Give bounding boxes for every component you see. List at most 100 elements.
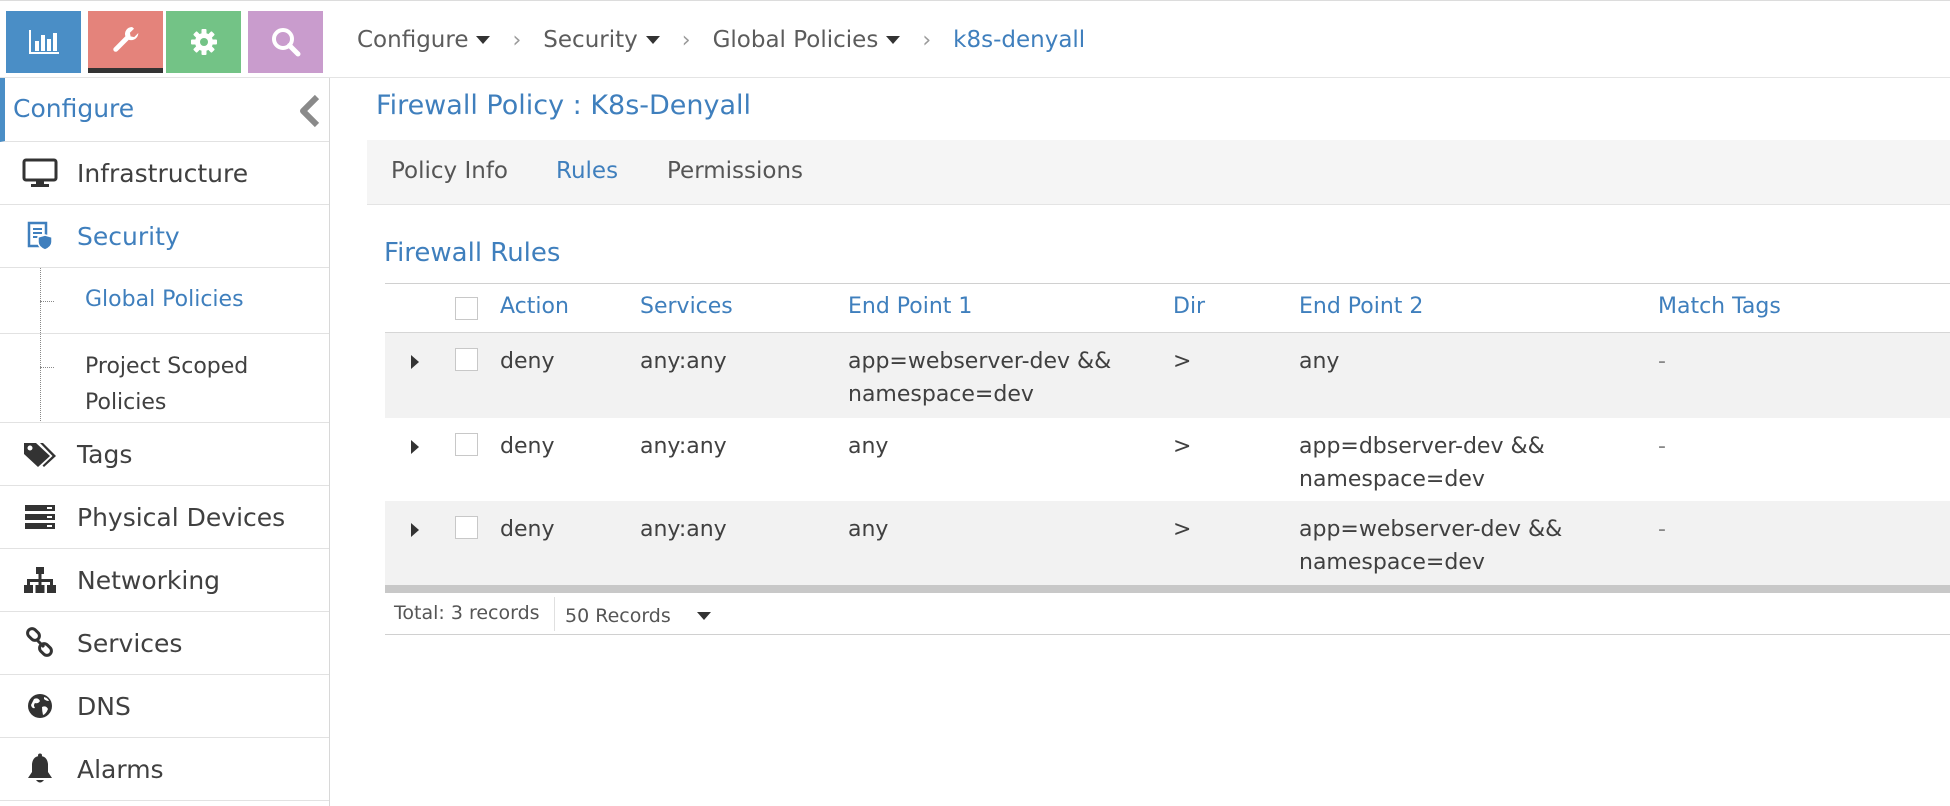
sidebar-subitem-project-scoped-policies[interactable]: Project Scoped Policies [0, 334, 329, 423]
grid-header: Action Services End Point 1 Dir End Poin… [385, 283, 1950, 333]
sidebar-item-label: Tags [77, 439, 133, 469]
cell-end-point-2: any [1299, 349, 1340, 374]
bell-icon [20, 753, 60, 785]
tree-connector [40, 301, 54, 302]
page-size-select[interactable]: 50 Records [565, 605, 711, 627]
gear-icon [190, 29, 217, 55]
cell-action: deny [500, 349, 555, 374]
expand-row-icon[interactable] [411, 440, 419, 454]
sidebar-item-label: Alarms [77, 754, 164, 784]
sidebar-item-tags[interactable]: Tags [0, 423, 329, 486]
sidebar-item-label: Physical Devices [77, 502, 286, 532]
settings-nav-button[interactable] [166, 11, 241, 73]
column-header-end-point-2[interactable]: End Point 2 [1299, 294, 1423, 319]
cell-end-point-2: app=webserver-dev && [1299, 517, 1563, 542]
chevron-right-icon: › [922, 27, 932, 53]
chevron-right-icon: › [512, 27, 522, 53]
globe-icon [20, 691, 60, 721]
cell-dir: > [1173, 349, 1192, 374]
sidebar-item-label: DNS [77, 691, 131, 721]
network-tree-icon [20, 565, 60, 595]
caret-down-icon [886, 36, 901, 44]
table-row[interactable]: deny any:any any > app=webserver-dev && … [385, 501, 1950, 585]
sidebar-item-alarms[interactable]: Alarms [0, 738, 329, 801]
column-header-services[interactable]: Services [640, 294, 733, 319]
sidebar-subitem-label: Project Scoped [85, 354, 249, 379]
sidebar-title: Configure [13, 94, 135, 123]
cell-services: any:any [640, 349, 727, 374]
page-title: Firewall Policy : K8s-Denyall [376, 90, 752, 121]
tree-connector [40, 367, 54, 368]
sidebar-item-label: Infrastructure [77, 158, 249, 188]
sidebar-item-security[interactable]: Security [0, 205, 329, 268]
expand-row-icon[interactable] [411, 523, 419, 537]
cell-services: any:any [640, 434, 727, 459]
sidebar-item-label: Networking [77, 565, 221, 595]
sidebar-subitem-global-policies[interactable]: Global Policies [0, 268, 329, 334]
cell-match-tags: - [1658, 434, 1666, 459]
breadcrumb-global-policies[interactable]: Global Policies [713, 27, 901, 53]
link-icon [20, 627, 60, 659]
breadcrumb-security[interactable]: Security [543, 27, 660, 53]
page-size-value: 50 Records [565, 605, 671, 627]
bar-chart-icon [28, 30, 59, 54]
column-header-dir[interactable]: Dir [1173, 294, 1205, 319]
table-row[interactable]: deny any:any app=webserver-dev && namesp… [385, 333, 1950, 418]
sidebar-subitem-label: Global Policies [85, 287, 244, 312]
cell-services: any:any [640, 517, 727, 542]
row-checkbox[interactable] [455, 516, 478, 539]
sidebar-item-dns[interactable]: DNS [0, 675, 329, 738]
query-nav-button[interactable] [248, 11, 323, 73]
table-row[interactable]: deny any:any any > app=dbserver-dev && n… [385, 418, 1950, 501]
sidebar-item-label: Security [77, 221, 180, 251]
wrench-icon [112, 26, 138, 52]
cell-dir: > [1173, 517, 1192, 542]
tab-bar: Policy Info Rules Permissions [367, 140, 1950, 205]
search-icon [271, 28, 300, 57]
sidebar-header: Configure [0, 78, 329, 142]
sidebar: Configure Infrastructure Security Global… [0, 78, 330, 806]
monitor-nav-button[interactable] [6, 11, 81, 73]
select-all-checkbox[interactable] [455, 297, 478, 320]
footer-divider [554, 597, 555, 631]
cell-dir: > [1173, 434, 1192, 459]
chevron-right-icon: › [681, 27, 691, 53]
top-bar: Configure › Security › Global Policies ›… [0, 0, 1950, 78]
security-document-icon [20, 221, 60, 251]
section-title: Firewall Rules [384, 238, 561, 268]
cell-end-point-2-line2: namespace=dev [1299, 467, 1485, 492]
expand-row-icon[interactable] [411, 355, 419, 369]
collapse-sidebar-icon[interactable] [297, 94, 323, 132]
monitor-icon [20, 158, 60, 188]
breadcrumb-current-policy[interactable]: k8s-denyall [953, 27, 1085, 53]
caret-down-icon [476, 36, 491, 44]
row-checkbox[interactable] [455, 348, 478, 371]
horizontal-scrollbar[interactable] [385, 585, 1950, 593]
tab-policy-info[interactable]: Policy Info [391, 158, 508, 184]
cell-action: deny [500, 517, 555, 542]
cell-action: deny [500, 434, 555, 459]
tab-permissions[interactable]: Permissions [667, 158, 803, 184]
configure-nav-button[interactable] [88, 11, 163, 73]
sidebar-item-label: Services [77, 628, 183, 658]
tags-icon [20, 439, 60, 469]
caret-down-icon [645, 36, 660, 44]
cell-end-point-2: app=dbserver-dev && [1299, 434, 1545, 459]
breadcrumb: Configure › Security › Global Policies ›… [357, 27, 1085, 53]
tab-rules[interactable]: Rules [556, 158, 618, 184]
grid-footer: Total: 3 records 50 Records [385, 593, 1950, 635]
sidebar-item-services[interactable]: Services [0, 612, 329, 675]
sidebar-item-infrastructure[interactable]: Infrastructure [0, 142, 329, 205]
cell-match-tags: - [1658, 349, 1666, 374]
row-checkbox[interactable] [455, 433, 478, 456]
column-header-action[interactable]: Action [500, 294, 569, 319]
column-header-match-tags[interactable]: Match Tags [1658, 294, 1781, 319]
column-header-end-point-1[interactable]: End Point 1 [848, 294, 972, 319]
breadcrumb-configure[interactable]: Configure [357, 27, 491, 53]
cell-end-point-1: app=webserver-dev && [848, 349, 1112, 374]
sidebar-item-networking[interactable]: Networking [0, 549, 329, 612]
cell-end-point-1: any [848, 517, 889, 542]
sidebar-item-physical-devices[interactable]: Physical Devices [0, 486, 329, 549]
server-stack-icon [20, 503, 60, 531]
cell-end-point-1: any [848, 434, 889, 459]
